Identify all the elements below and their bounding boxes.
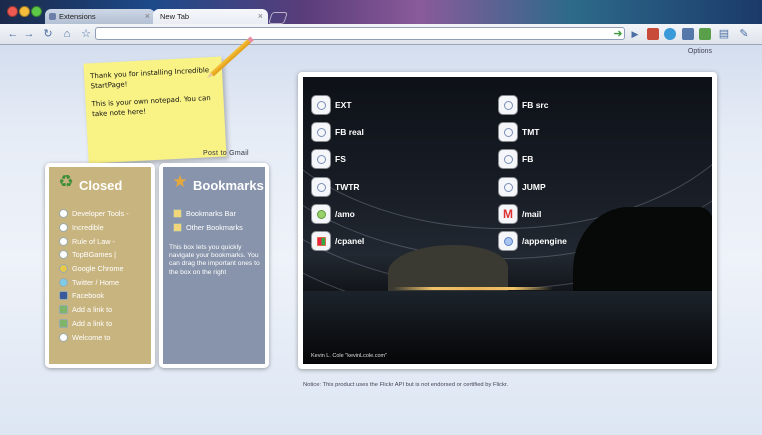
- recycle-icon: ♻: [58, 172, 74, 191]
- forward-arrow-icon[interactable]: →: [22, 27, 36, 41]
- closed-item[interactable]: Developer Tools -: [59, 207, 129, 221]
- tab-new-tab[interactable]: New Tab ×: [153, 9, 268, 24]
- shortcut-fb[interactable]: FB: [499, 150, 533, 168]
- bookmarks-help-text: This box lets you quickly navigate your …: [169, 244, 260, 276]
- facebook-icon: [59, 291, 68, 301]
- extension-skype-icon[interactable]: [664, 28, 676, 40]
- closed-item[interactable]: TopBGames |: [59, 248, 129, 262]
- site-icon: [312, 96, 330, 114]
- site-icon: [59, 250, 68, 260]
- shortcuts-panel: EXT FB real FS TWTR /amo /cpanel FB src …: [298, 72, 717, 369]
- chrome-icon: [59, 264, 68, 274]
- appengine-icon: [499, 232, 517, 250]
- site-icon: [312, 178, 330, 196]
- close-window-button[interactable]: [7, 6, 18, 17]
- closed-item[interactable]: Facebook: [59, 289, 129, 303]
- gmail-icon: M: [499, 205, 517, 223]
- background-photo: EXT FB real FS TWTR /amo /cpanel FB src …: [303, 77, 712, 364]
- site-icon: [499, 178, 517, 196]
- minimize-window-button[interactable]: [19, 6, 30, 17]
- site-icon: [59, 332, 68, 342]
- shortcut-tmt[interactable]: TMT: [499, 123, 539, 141]
- folder-icon: [173, 209, 182, 219]
- site-icon: [312, 150, 330, 168]
- reload-icon[interactable]: ↻: [41, 27, 55, 41]
- back-arrow-icon[interactable]: ←: [6, 27, 20, 41]
- extension-calendar-icon[interactable]: [647, 28, 659, 40]
- bookmarks-list: Bookmarks Bar Other Bookmarks: [173, 207, 243, 234]
- shortcut-ext[interactable]: EXT: [312, 96, 352, 114]
- shortcut-amo[interactable]: /amo: [312, 205, 355, 223]
- google-icon: [59, 305, 68, 315]
- shortcut-twtr[interactable]: TWTR: [312, 178, 360, 196]
- closed-item[interactable]: Add a link to: [59, 303, 129, 317]
- browser-toolbar: ← → ↻ ⌂ ☆ ➜ ▶ ▤ ✎: [0, 24, 762, 45]
- extension-notify-icon[interactable]: [682, 28, 694, 40]
- tab-label: New Tab: [160, 12, 190, 21]
- closed-item[interactable]: Rule of Law -: [59, 234, 129, 248]
- bookmark-folder[interactable]: Bookmarks Bar: [173, 207, 243, 221]
- photo-credit: Kevin L. Cole "kevinLcole.com": [311, 353, 388, 359]
- site-icon: [499, 96, 517, 114]
- puzzle-icon: [49, 13, 56, 20]
- wrench-icon[interactable]: ✎: [737, 27, 751, 41]
- tab-label: Extensions: [59, 12, 96, 21]
- tab-close-icon[interactable]: ×: [258, 11, 263, 21]
- amo-icon: [312, 205, 330, 223]
- note-line: Thank you for installing Incredible Star…: [89, 66, 210, 91]
- extension-feed-icon[interactable]: [699, 28, 711, 40]
- bookmarks-title: Bookmarks: [193, 178, 264, 193]
- site-icon: [59, 209, 68, 219]
- folder-icon: [173, 223, 182, 233]
- shortcut-fb-real[interactable]: FB real: [312, 123, 364, 141]
- shortcut-cpanel[interactable]: /cpanel: [312, 232, 364, 250]
- shortcut-fb-src[interactable]: FB src: [499, 96, 548, 114]
- site-icon: [312, 123, 330, 141]
- address-bar[interactable]: [95, 27, 625, 40]
- note-line: This is your own notepad. You can take n…: [91, 94, 211, 119]
- site-icon: [59, 236, 68, 246]
- window-titlebar: Extensions × New Tab ×: [0, 0, 762, 24]
- shortcut-appengine[interactable]: /appengine: [499, 232, 567, 250]
- tab-close-icon[interactable]: ×: [145, 11, 150, 21]
- star-icon: ★: [172, 172, 188, 191]
- shore-lights: [393, 287, 553, 290]
- site-icon: [499, 150, 517, 168]
- zoom-window-button[interactable]: [31, 6, 42, 17]
- site-icon: [499, 123, 517, 141]
- bookmarks-panel: ★ Bookmarks Bookmarks Bar Other Bookmark…: [159, 163, 269, 368]
- closed-item[interactable]: Add a link to: [59, 317, 129, 331]
- play-icon[interactable]: ▶: [628, 27, 642, 41]
- closed-item[interactable]: Google Chrome: [59, 262, 129, 276]
- closed-item[interactable]: Welcome to: [59, 330, 129, 344]
- post-to-gmail-link[interactable]: Post to Gmail: [203, 150, 249, 157]
- options-link[interactable]: Options: [688, 48, 712, 55]
- home-icon[interactable]: ⌂: [60, 27, 74, 41]
- bookmark-folder[interactable]: Other Bookmarks: [173, 221, 243, 235]
- star-icon[interactable]: ☆: [79, 27, 93, 41]
- shortcut-mail[interactable]: M/mail: [499, 205, 541, 223]
- google-icon: [59, 318, 68, 328]
- notepad[interactable]: Thank you for installing Incredible Star…: [83, 56, 227, 164]
- twitter-icon: [59, 277, 68, 287]
- closed-panel: ♻ Closed Developer Tools - Incredible Ru…: [45, 163, 155, 368]
- go-arrow-icon[interactable]: ➜: [611, 27, 625, 41]
- site-icon: [59, 223, 68, 233]
- closed-title: Closed: [79, 178, 123, 193]
- shortcut-fs[interactable]: FS: [312, 150, 346, 168]
- tab-extensions[interactable]: Extensions ×: [45, 9, 155, 24]
- closed-list: Developer Tools - Incredible Rule of Law…: [59, 207, 129, 344]
- flickr-notice: Notice: This product uses the Flickr API…: [303, 382, 509, 388]
- new-tab-button[interactable]: [268, 12, 288, 24]
- shortcut-jump[interactable]: JUMP: [499, 178, 546, 196]
- closed-item[interactable]: Twitter / Home: [59, 275, 129, 289]
- closed-item[interactable]: Incredible: [59, 221, 129, 235]
- page-menu-icon[interactable]: ▤: [717, 27, 731, 41]
- cpanel-icon: [312, 232, 330, 250]
